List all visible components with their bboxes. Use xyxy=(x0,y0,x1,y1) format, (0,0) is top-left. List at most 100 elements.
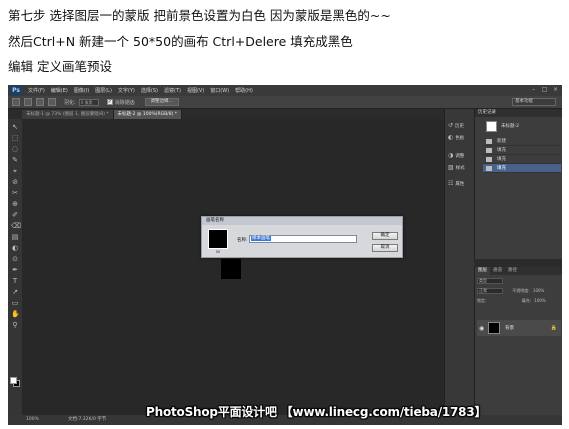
tool-button-14[interactable]: T xyxy=(11,277,19,285)
antialias-label: 消除锯齿 xyxy=(114,99,135,106)
panel-icon: ◑ xyxy=(448,152,454,159)
tab-layers[interactable]: 图层 xyxy=(475,267,490,275)
minimize-icon[interactable]: – xyxy=(529,86,538,94)
lock-icon: 🔒 xyxy=(550,325,557,331)
fill-label: 填充: xyxy=(521,298,531,303)
zoom-level[interactable]: 100% xyxy=(26,415,39,425)
opacity-value[interactable]: 100% xyxy=(533,288,544,293)
history-panel-title: 历史记录 xyxy=(475,109,562,117)
tool-button-15[interactable]: ↗ xyxy=(11,288,19,296)
black-canvas-document[interactable] xyxy=(221,259,241,279)
blend-mode-select[interactable]: 正常 xyxy=(477,288,503,294)
tool-button-12[interactable]: ⊙ xyxy=(11,255,19,263)
tab-channels[interactable]: 通道 xyxy=(490,267,505,275)
lock-label: 锁定: xyxy=(477,298,487,303)
antialias-checkbox[interactable]: ✓ xyxy=(106,99,113,105)
close-icon[interactable]: × xyxy=(551,86,560,94)
panel-button-3[interactable]: ▧ 样式 xyxy=(448,163,474,173)
tool-button-4[interactable]: ⌖ xyxy=(11,167,19,175)
lasso-tool-preset-icon[interactable] xyxy=(12,98,20,106)
lock-row: 锁定: 填充: 100% xyxy=(477,297,561,305)
add-selection-icon[interactable] xyxy=(36,98,44,106)
brush-name-dialog: 画笔名称 50 名称: 样本画笔 确定 取消 xyxy=(201,216,403,258)
history-step-label: 新建 xyxy=(497,139,506,144)
tool-button-3[interactable]: ✎ xyxy=(11,156,19,164)
brush-preview xyxy=(208,229,228,249)
menu-filter[interactable]: 滤镜(T) xyxy=(164,87,181,94)
menu-bar: Ps 文件(F) 编辑(E) 图像(I) 图层(L) 文字(Y) 选择(S) 滤… xyxy=(8,85,562,96)
maximize-icon[interactable]: □ xyxy=(540,86,549,94)
panel-button-4[interactable]: ☷ 属性 xyxy=(448,179,474,189)
blend-row: 正常 不透明度: 100% xyxy=(477,287,561,295)
history-step[interactable]: 填充 xyxy=(483,155,561,164)
menu-layer[interactable]: 图层(L) xyxy=(95,87,112,94)
layer-thumbnail xyxy=(488,322,500,334)
tool-button-9[interactable]: ⌫ xyxy=(11,222,21,230)
layer-background[interactable]: ◉ 背景 🔒 xyxy=(477,320,561,336)
history-step-label: 填充 xyxy=(497,157,506,162)
refine-edge-button[interactable]: 调整边缘... xyxy=(144,98,179,106)
dialog-title: 画笔名称 xyxy=(202,217,402,225)
panel-label: 色板 xyxy=(455,136,465,141)
menu-edit[interactable]: 编辑(E) xyxy=(51,87,68,94)
tool-button-5[interactable]: ⊘ xyxy=(11,178,19,186)
workspace-select[interactable]: 基本功能 xyxy=(512,98,556,106)
fill-value[interactable]: 100% xyxy=(534,298,545,303)
tool-button-16[interactable]: ▭ xyxy=(11,299,19,307)
layer-name: 背景 xyxy=(505,326,514,331)
panel-label: 样式 xyxy=(455,166,465,171)
layer-kind-select[interactable]: 类型 xyxy=(477,278,503,284)
cancel-button[interactable]: 取消 xyxy=(372,244,398,252)
menu-help[interactable]: 帮助(H) xyxy=(235,87,253,94)
foreground-color-swatch[interactable] xyxy=(10,377,17,384)
new-selection-icon[interactable] xyxy=(24,98,32,106)
eye-icon[interactable]: ◉ xyxy=(479,325,484,332)
instruction-line-2: 然后Ctrl+N 新建一个 50*50的画布 Ctrl+Delere 填充成黑色 xyxy=(8,34,353,49)
tab-document-2[interactable]: 未标题-2 @ 100%(RGB/8) * xyxy=(113,110,182,119)
menu-window[interactable]: 窗口(W) xyxy=(210,87,229,94)
layers-panel-tabs: 图层 通道 路径 xyxy=(475,267,562,275)
tool-button-2[interactable]: ◌ xyxy=(11,145,19,153)
panel-button-2[interactable]: ◑ 调整 xyxy=(448,151,474,161)
brush-name-input[interactable]: 样本画笔 xyxy=(249,235,357,243)
tool-button-8[interactable]: ✐ xyxy=(11,211,19,219)
ok-button[interactable]: 确定 xyxy=(372,232,398,240)
panel-button-1[interactable]: ◐ 色板 xyxy=(448,133,474,143)
panel-button-0[interactable]: ↺ 历史 xyxy=(448,121,474,131)
tool-button-10[interactable]: ▤ xyxy=(11,233,19,241)
history-step[interactable]: 填充 xyxy=(483,146,561,155)
tool-button-1[interactable]: ⬚ xyxy=(11,134,19,142)
doc-size: 文档:7.32K/0 字节 xyxy=(68,417,107,422)
tab-document-1[interactable]: 未标题-1 @ 73% (图层 1, 图层蒙版/8) * xyxy=(22,110,114,119)
tool-button-11[interactable]: ◐ xyxy=(11,244,19,252)
tools-panel: ↖ ⬚ ◌ ✎ ⌖ ⊘ ✂ ⊕ ✐ ⌫ ▤ ◐ ⊙ ✒ T ↗ ▭ ✋ ⚲ xyxy=(8,119,22,415)
tab-paths[interactable]: 路径 xyxy=(505,267,520,275)
menu-select[interactable]: 选择(S) xyxy=(141,87,158,94)
instruction-line-1: 第七步 选择图层一的蒙版 把前景色设置为白色 因为蒙版是黑色的~~ xyxy=(8,8,391,23)
tool-button-17[interactable]: ✋ xyxy=(11,310,20,318)
collapsed-panels: ↺ 历史 ◐ 色板 ◑ 调整 ▧ 样式 ☷ 属性 xyxy=(444,109,474,415)
panel-icon: ☷ xyxy=(448,180,454,187)
history-step-current[interactable]: 填充 xyxy=(483,164,561,173)
panel-label: 调整 xyxy=(455,154,465,159)
menu-view[interactable]: 视图(V) xyxy=(187,87,204,94)
menu-type[interactable]: 文字(Y) xyxy=(118,87,135,94)
menu-image[interactable]: 图像(I) xyxy=(74,87,89,94)
panel-label: 属性 xyxy=(455,182,465,187)
history-step-label: 填充 xyxy=(497,166,506,171)
ps-logo: Ps xyxy=(10,86,22,95)
tool-button-13[interactable]: ✒ xyxy=(11,266,19,274)
menu-file[interactable]: 文件(F) xyxy=(28,87,45,94)
history-step[interactable]: 新建 xyxy=(483,137,561,146)
panel-icon: ▧ xyxy=(448,164,454,171)
tool-button-0[interactable]: ↖ xyxy=(11,123,19,131)
canvas-area[interactable]: 画笔名称 50 名称: 样本画笔 确定 取消 xyxy=(22,119,444,415)
feather-input[interactable]: 0 像素 xyxy=(78,98,99,106)
tool-button-6[interactable]: ✂ xyxy=(11,189,19,197)
photoshop-window: Ps 文件(F) 编辑(E) 图像(I) 图层(L) 文字(Y) 选择(S) 滤… xyxy=(8,85,562,425)
history-snapshot[interactable]: 未标题-2 xyxy=(483,120,562,133)
tool-button-7[interactable]: ⊕ xyxy=(11,200,19,208)
tool-button-18[interactable]: ⚲ xyxy=(11,321,19,329)
panel-label: 历史 xyxy=(455,124,465,129)
subtract-selection-icon[interactable] xyxy=(48,98,56,106)
